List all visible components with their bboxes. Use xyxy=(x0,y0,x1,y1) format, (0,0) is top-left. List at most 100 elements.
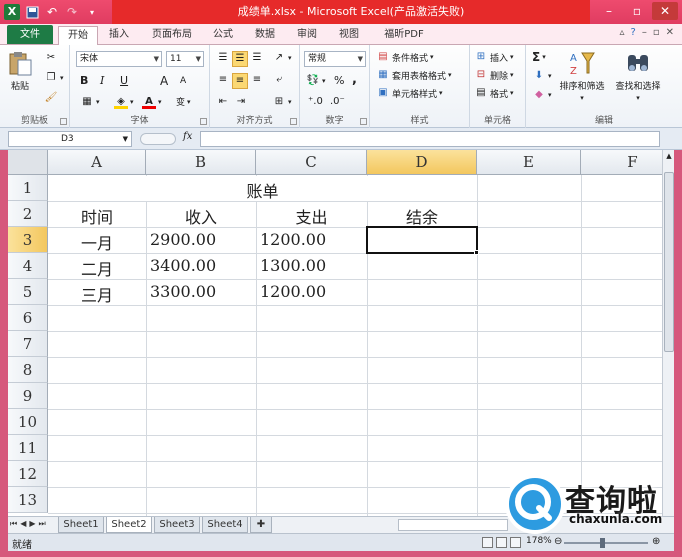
format-cells-button[interactable]: ▤ 格式 ▾ xyxy=(474,86,513,100)
font-name-select[interactable]: 宋体 ▼ xyxy=(76,51,162,67)
column-header-c[interactable]: C xyxy=(256,150,367,175)
header-cell-balance[interactable]: 结余 xyxy=(367,204,477,228)
sheet-tab-sheet4[interactable]: Sheet4 xyxy=(202,517,248,533)
font-launcher-icon[interactable] xyxy=(200,118,207,125)
tab-data[interactable]: 数据 xyxy=(248,26,282,45)
format-painter-button[interactable]: 🖌 xyxy=(44,91,58,105)
row-header-13[interactable]: 13 xyxy=(8,487,48,513)
data-cell-expense[interactable]: 1300.00 xyxy=(260,256,326,275)
header-cell-time[interactable]: 时间 xyxy=(48,204,146,228)
data-cell-income[interactable]: 3300.00 xyxy=(150,282,216,301)
merge-center-button[interactable]: ⊞ ▾ xyxy=(272,95,292,109)
column-header-d[interactable]: D xyxy=(367,150,477,175)
tab-insert[interactable]: 插入 xyxy=(102,26,136,45)
vertical-scrollbar[interactable]: ▲ xyxy=(662,150,674,516)
decrease-decimal-button[interactable]: .0⁻ xyxy=(330,95,345,109)
wrap-text-button[interactable]: ⤶ xyxy=(272,73,286,87)
sort-filter-button[interactable]: AZ 排序和筛选 ▾ xyxy=(556,49,608,102)
underline-button[interactable]: U xyxy=(120,74,128,87)
doc-close-icon[interactable]: ✕ xyxy=(666,27,674,38)
bold-button[interactable]: B xyxy=(80,74,88,87)
currency-button[interactable]: 💱 ▾ xyxy=(306,74,326,88)
header-cell-expense[interactable]: 支出 xyxy=(256,204,367,228)
borders-button[interactable]: ▦ ▾ xyxy=(80,95,99,109)
tab-review[interactable]: 审阅 xyxy=(290,26,324,45)
cut-button[interactable]: ✂ xyxy=(44,51,58,65)
data-cell-income[interactable]: 2900.00 xyxy=(150,230,216,249)
data-cell-month[interactable]: 二月 xyxy=(48,256,146,280)
align-top-button[interactable]: ☰ xyxy=(216,51,230,65)
find-select-button[interactable]: 查找和选择 ▾ xyxy=(612,49,664,102)
column-header-e[interactable]: E xyxy=(477,150,581,175)
last-sheet-icon[interactable]: ⏭ xyxy=(39,519,46,529)
autosum-button[interactable]: Σ ▾ xyxy=(532,50,546,64)
normal-view-icon[interactable] xyxy=(482,537,493,548)
tab-foxit-pdf[interactable]: 福昕PDF xyxy=(376,26,432,45)
row-header-8[interactable]: 8 xyxy=(8,357,48,383)
formula-bar-grip[interactable] xyxy=(140,133,176,145)
row-header-6[interactable]: 6 xyxy=(8,305,48,331)
align-bottom-button[interactable]: ☰ xyxy=(250,51,264,65)
row-header-10[interactable]: 10 xyxy=(8,409,48,435)
number-launcher-icon[interactable] xyxy=(360,118,367,125)
paste-button[interactable]: 粘贴 xyxy=(6,49,34,92)
copy-button[interactable]: ❐ ▾ xyxy=(44,71,64,85)
increase-indent-button[interactable]: ⇥ xyxy=(234,95,248,109)
formula-input[interactable] xyxy=(200,131,660,147)
sheet-tab-sheet2[interactable]: Sheet2 xyxy=(106,517,152,533)
vertical-scroll-thumb[interactable] xyxy=(664,172,674,352)
doc-restore-icon[interactable]: ▫ xyxy=(653,27,660,38)
alignment-launcher-icon[interactable] xyxy=(290,118,297,125)
italic-button[interactable]: I xyxy=(100,74,104,87)
save-icon[interactable] xyxy=(24,4,40,20)
name-box[interactable]: D3 ▼ xyxy=(8,131,132,147)
active-cell-d3[interactable] xyxy=(366,226,478,254)
minimize-icon[interactable]: – xyxy=(596,2,622,20)
clear-button[interactable]: ◆ ▾ xyxy=(532,88,551,102)
row-header-2[interactable]: 2 xyxy=(8,201,48,227)
row-header-4[interactable]: 4 xyxy=(8,253,48,279)
conditional-format-button[interactable]: ▤ 条件格式 ▾ xyxy=(376,50,433,64)
align-left-button[interactable]: ≡ xyxy=(216,73,230,87)
tab-home[interactable]: 开始 xyxy=(58,26,98,45)
phonetic-button[interactable]: 变 ▾ xyxy=(176,95,191,109)
close-icon[interactable]: ✕ xyxy=(652,2,678,20)
fill-color-button[interactable]: ◈ ▾ xyxy=(114,95,134,109)
row-header-1[interactable]: 1 xyxy=(8,175,48,201)
help-icon[interactable]: ? xyxy=(631,27,636,38)
prev-sheet-icon[interactable]: ◀ xyxy=(20,519,26,529)
font-size-select[interactable]: 11 ▼ xyxy=(166,51,204,67)
cell-styles-button[interactable]: ▣ 单元格样式 ▾ xyxy=(376,86,442,100)
row-header-5[interactable]: 5 xyxy=(8,279,48,305)
number-format-select[interactable]: 常规 ▼ xyxy=(304,51,366,67)
column-header-a[interactable]: A xyxy=(48,150,146,175)
row-header-7[interactable]: 7 xyxy=(8,331,48,357)
insert-cells-button[interactable]: ⊞ 插入 ▾ xyxy=(474,50,514,64)
comma-button[interactable]: , xyxy=(352,72,357,87)
horizontal-scrollbar[interactable] xyxy=(398,519,508,531)
grow-font-button[interactable]: A xyxy=(160,74,168,88)
ribbon-minimize-icon[interactable]: ▵ xyxy=(619,27,624,38)
data-cell-expense[interactable]: 1200.00 xyxy=(260,282,326,301)
tab-page-layout[interactable]: 页面布局 xyxy=(144,26,200,45)
tab-formulas[interactable]: 公式 xyxy=(206,26,240,45)
data-cell-expense[interactable]: 1200.00 xyxy=(260,230,326,249)
doc-minimize-icon[interactable]: – xyxy=(642,27,647,38)
tab-file[interactable]: 文件 xyxy=(7,25,53,44)
maximize-icon[interactable]: ▫ xyxy=(624,2,650,20)
row-header-3[interactable]: 3 xyxy=(8,227,48,253)
fill-handle[interactable] xyxy=(474,250,479,255)
worksheet-grid[interactable]: A B C D E F 1 2 3 4 5 6 7 8 9 10 11 12 1… xyxy=(8,150,662,516)
insert-sheet-icon[interactable]: ✚ xyxy=(250,517,272,533)
orientation-button[interactable]: ↗ ▾ xyxy=(272,51,292,65)
row-header-9[interactable]: 9 xyxy=(8,383,48,409)
delete-cells-button[interactable]: ⊟ 删除 ▾ xyxy=(474,68,514,82)
row-header-11[interactable]: 11 xyxy=(8,435,48,461)
data-cell-month[interactable]: 三月 xyxy=(48,282,146,306)
data-cell-month[interactable]: 一月 xyxy=(48,230,146,254)
row-header-12[interactable]: 12 xyxy=(8,461,48,487)
align-center-button[interactable]: ≡ xyxy=(232,73,248,89)
clipboard-launcher-icon[interactable] xyxy=(60,118,67,125)
next-sheet-icon[interactable]: ▶ xyxy=(29,519,35,529)
decrease-indent-button[interactable]: ⇤ xyxy=(216,95,230,109)
